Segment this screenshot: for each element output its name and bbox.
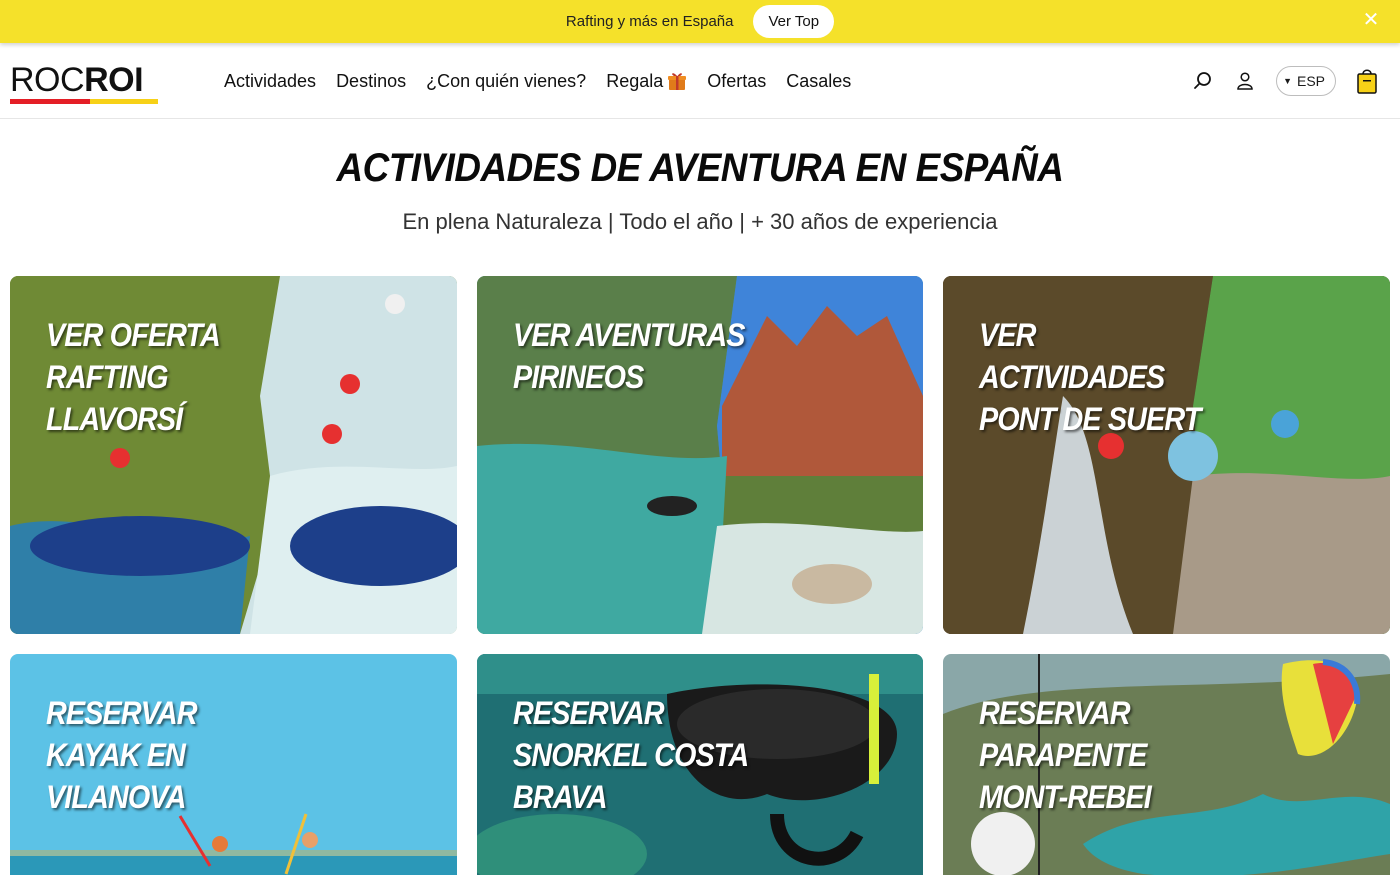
- card-label: RESERVAR SNORKEL COSTA BRAVA: [513, 695, 749, 815]
- nav-item-destinos[interactable]: Destinos: [336, 71, 406, 92]
- gift-icon: [667, 71, 687, 91]
- page-subtitle: En plena Naturaleza | Todo el año | + 30…: [402, 209, 998, 234]
- rocroi-logo[interactable]: ROCROI: [10, 63, 160, 107]
- search-icon[interactable]: [1192, 70, 1214, 92]
- card-actividades-pont-de-suert[interactable]: VER ACTIVIDADES PONT DE SUERT: [943, 276, 1390, 634]
- card-aventuras-pirineos[interactable]: VER AVENTURAS PIRINEOS: [477, 276, 923, 634]
- promo-bar: Rafting y más en España Ver Top ✕: [0, 0, 1400, 43]
- card-label: RESERVAR PARAPENTE MONT-REBEI: [979, 695, 1152, 815]
- nav-item-con-quien-vienes[interactable]: ¿Con quién vienes?: [426, 71, 586, 92]
- promo-text: Rafting y más en España: [565, 13, 734, 30]
- page-title: ACTIVIDADES DE AVENTURA EN ESPAÑA: [336, 146, 1064, 190]
- logo-text-roi: ROI: [84, 61, 144, 99]
- card-label: VER AVENTURAS PIRINEOS: [513, 317, 745, 395]
- main-nav: Actividades Destinos ¿Con quién vienes? …: [224, 43, 851, 119]
- nav-item-actividades[interactable]: Actividades: [224, 71, 316, 92]
- caret-down-icon: ▼: [1283, 76, 1292, 86]
- nav-item-regala[interactable]: Regala: [606, 71, 687, 92]
- card-rafting-llavorsi[interactable]: VER OFERTA RAFTING LLAVORSÍ: [10, 276, 457, 634]
- user-icon[interactable]: [1234, 70, 1256, 92]
- nav-item-casales[interactable]: Casales: [786, 71, 851, 92]
- card-snorkel-costa-brava[interactable]: RESERVAR SNORKEL COSTA BRAVA: [477, 654, 923, 875]
- header-actions: ▼ ESP: [1192, 43, 1378, 119]
- language-label: ESP: [1296, 73, 1325, 89]
- language-selector[interactable]: ▼ ESP: [1276, 66, 1336, 96]
- nav-item-ofertas[interactable]: Ofertas: [707, 71, 766, 92]
- card-label: RESERVAR KAYAK EN VILANOVA: [46, 695, 198, 815]
- close-icon[interactable]: ✕: [1362, 10, 1380, 30]
- ver-top-button[interactable]: Ver Top: [753, 5, 835, 38]
- logo-stripes: [10, 99, 160, 104]
- site-header: ROCROI Actividades Destinos ¿Con quién v…: [0, 43, 1400, 119]
- nav-item-regala-label: Regala: [606, 70, 664, 91]
- logo-text-roc: ROC: [10, 61, 85, 99]
- cart-icon[interactable]: [1356, 69, 1378, 94]
- card-label: VER OFERTA RAFTING LLAVORSÍ: [46, 317, 221, 437]
- card-label: VER ACTIVIDADES PONT DE SUERT: [979, 317, 1201, 437]
- card-parapente-mont-rebei[interactable]: RESERVAR PARAPENTE MONT-REBEI: [943, 654, 1390, 875]
- card-kayak-vilanova[interactable]: RESERVAR KAYAK EN VILANOVA: [10, 654, 457, 875]
